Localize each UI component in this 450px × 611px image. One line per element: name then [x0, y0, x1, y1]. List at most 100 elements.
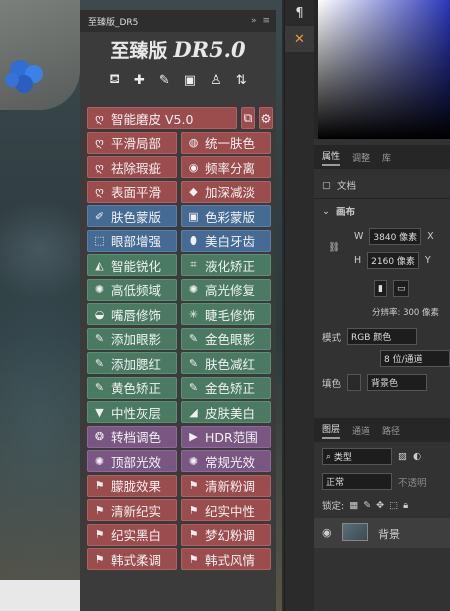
action-button[interactable]: ◉ 频率分离: [181, 156, 271, 178]
layer-filter-row: ⌕ 类型 ▨ ◐: [322, 448, 421, 465]
fill-swatch[interactable]: [347, 374, 362, 391]
action-button[interactable]: ⚑ 清新纪实: [87, 499, 177, 521]
action-button-label: 睫毛修饰: [205, 307, 256, 323]
action-button-label: 智能磨皮 V5.0: [111, 111, 194, 127]
action-button[interactable]: ◭ 智能锐化: [87, 254, 177, 276]
collapse-icon[interactable]: »: [251, 16, 257, 26]
blend-row: 正常 不透明: [322, 473, 427, 490]
action-button[interactable]: ❂ 转档调色: [87, 425, 177, 448]
action-button[interactable]: ⌗ 液化矫正: [181, 254, 271, 276]
bandage-icon[interactable]: ✚: [134, 73, 145, 88]
brush-icon[interactable]: ✎: [159, 73, 170, 88]
tools-icon[interactable]: ✕: [285, 26, 314, 52]
play-icon: ▶: [189, 430, 198, 443]
action-button[interactable]: ◢ 皮肤美白: [181, 401, 271, 423]
sun-icon: ✺: [94, 283, 105, 296]
tab-properties[interactable]: 属性: [322, 149, 341, 166]
landscape-icon[interactable]: ▭: [392, 280, 410, 297]
lock-pixels-icon[interactable]: ▦: [349, 500, 358, 511]
portrait-icon[interactable]: ▮: [374, 280, 387, 297]
settings-sliders-icon[interactable]: ⚙: [259, 107, 273, 129]
action-button-grid: ღ 智能磨皮 V5.0 ⧉ ⚙ ღ 平滑局部 ◍ 统一肤色 ღ 祛除瑕疵 ◉ 频率分离 ღ 表面平滑 ◆ 加深…: [87, 107, 273, 573]
panel-menu-icon[interactable]: ≡: [262, 16, 270, 26]
action-button[interactable]: ღ 平滑局部: [87, 131, 177, 154]
action-button[interactable]: ⚑ 韩式柔调: [87, 548, 177, 570]
tab-layers[interactable]: 图层: [322, 422, 341, 439]
action-button[interactable]: ⚑ 纪实中性: [181, 499, 271, 521]
copy-icon[interactable]: ⧉: [241, 107, 255, 129]
action-button[interactable]: ✎ 添加眼影: [87, 327, 177, 350]
layer-row[interactable]: ◉ 背景: [314, 518, 450, 548]
flag-icon: ⚑: [94, 503, 105, 517]
paragraph-icon[interactable]: ¶: [285, 0, 314, 26]
panel-title-cn: 至臻版: [110, 39, 168, 62]
tab-library[interactable]: 库: [382, 151, 391, 164]
action-button-label: 嘴唇修饰: [111, 307, 162, 323]
action-button-label: 高光修复: [205, 283, 256, 298]
action-button[interactable]: ◒ 嘴唇修饰: [87, 303, 177, 325]
lock-artboard-icon[interactable]: ⬚: [389, 500, 398, 511]
action-button[interactable]: ✎ 金色矫正: [181, 376, 271, 399]
image-filter-icon[interactable]: ▨: [398, 451, 407, 462]
action-button[interactable]: ღ 表面平滑: [87, 180, 177, 203]
action-button[interactable]: ✳ 睫毛修饰: [181, 303, 271, 325]
hatch-circle-icon: ◍: [188, 136, 199, 149]
action-button[interactable]: ✐ 肤色蒙版: [87, 205, 177, 227]
action-button[interactable]: ◍ 统一肤色: [181, 131, 271, 154]
action-button-label: 统一肤色: [205, 136, 256, 151]
lock-move-icon[interactable]: ✥: [376, 500, 384, 511]
adjust-filter-icon[interactable]: ◐: [413, 451, 421, 462]
chevron-down-icon[interactable]: ⌄: [322, 206, 330, 217]
chip-icon[interactable]: ▣: [184, 73, 196, 88]
blend-mode-select[interactable]: 正常: [322, 473, 392, 490]
lock-brush-icon[interactable]: ✎: [363, 500, 371, 511]
mode-select[interactable]: RGB 颜色: [347, 328, 418, 345]
action-button[interactable]: ⬚ 眼部增强: [87, 229, 177, 252]
action-button[interactable]: ▣ 色彩蒙版: [181, 205, 271, 227]
lock-icon[interactable]: 🔒︎: [403, 500, 408, 511]
action-button[interactable]: ღ 智能磨皮 V5.0: [87, 107, 237, 129]
action-button[interactable]: ✺ 高低频域: [87, 278, 177, 301]
color-gradient[interactable]: [318, 0, 450, 139]
flag-icon: ⚑: [188, 528, 199, 541]
user-shift-icon[interactable]: ⇅: [236, 73, 247, 88]
width-field[interactable]: 3840 像素: [369, 228, 422, 245]
person-icon[interactable]: ♙: [210, 73, 222, 88]
panel-tab[interactable]: 至臻版_DR5: [88, 15, 251, 28]
action-button[interactable]: ღ 祛除瑕疵: [87, 156, 177, 178]
action-button[interactable]: ✎ 黄色矫正: [87, 376, 177, 399]
action-button[interactable]: ▶ HDR范围: [181, 425, 271, 448]
action-button[interactable]: ✎ 肤色减红: [181, 352, 271, 374]
action-button[interactable]: ✎ 金色眼影: [181, 327, 271, 350]
stamp-icon[interactable]: ⛾: [109, 72, 120, 89]
doc-label: 文档: [336, 181, 356, 192]
action-button[interactable]: ⚑ 纪实黑白: [87, 523, 177, 546]
action-button[interactable]: ✺ 顶部光效: [87, 450, 177, 472]
action-button[interactable]: ⚑ 清新粉调: [181, 474, 271, 497]
action-button[interactable]: ◆ 加深减淡: [181, 180, 271, 203]
link-icon[interactable]: ⛓: [328, 242, 340, 253]
color-picker[interactable]: [314, 0, 450, 139]
action-button[interactable]: ✺ 高光修复: [181, 278, 271, 301]
depth-select[interactable]: 8 位/通道: [380, 350, 450, 367]
fill-select[interactable]: 背景色: [367, 374, 428, 391]
tab-channels[interactable]: 通道: [352, 424, 370, 437]
action-button[interactable]: ⬮ 美白牙齿: [181, 229, 271, 252]
height-field[interactable]: 2160 像素: [367, 252, 419, 269]
canvas-section[interactable]: ⌄ 画布: [322, 204, 355, 219]
action-button[interactable]: ⚑ 梦幻粉调: [181, 523, 271, 546]
action-button[interactable]: ⚑ 韩式风情: [181, 548, 271, 570]
action-button[interactable]: ✎ 添加腮红: [87, 352, 177, 374]
button-row: ღ 祛除瑕疵 ◉ 频率分离: [87, 156, 271, 178]
eye-icon[interactable]: ◉: [322, 526, 332, 539]
layer-filter-select[interactable]: ⌕ 类型: [322, 448, 392, 465]
action-button[interactable]: ⚑ 朦胧效果: [87, 474, 177, 497]
tab-paths[interactable]: 路径: [382, 424, 400, 437]
action-button[interactable]: ✺ 常规光效: [181, 450, 271, 472]
tab-adjustments[interactable]: 调整: [352, 151, 370, 164]
button-row: ღ 智能磨皮 V5.0 ⧉ ⚙: [87, 107, 273, 129]
up-triangle-icon: ◢: [189, 405, 198, 419]
flag-icon: ⚑: [94, 479, 105, 492]
action-button[interactable]: ▼ 中性灰层: [87, 401, 177, 423]
panel-title: 至臻版 DR5.0: [80, 32, 276, 66]
